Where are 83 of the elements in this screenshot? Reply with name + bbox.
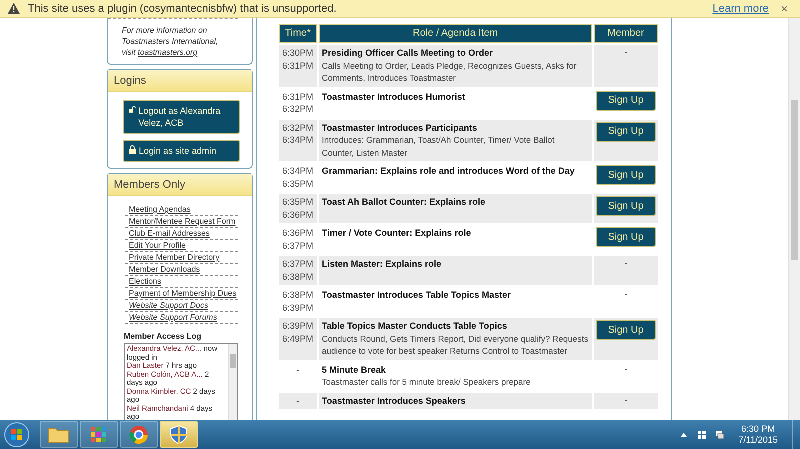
warning-icon [8, 3, 20, 14]
member-link[interactable]: Edit Your Profile [125, 240, 238, 252]
close-button[interactable]: × [776, 2, 792, 16]
empty-member-dash: - [624, 394, 628, 404]
agenda-title: Toast Ah Ballot Counter: Explains role [322, 196, 487, 208]
member-link[interactable]: Member Downloads [125, 264, 238, 276]
sign-up-button[interactable]: Sign Up [596, 320, 656, 340]
taskbar-app-button[interactable] [160, 421, 198, 448]
agenda-title: Toastmaster Introduces Table Topics Master [322, 289, 512, 302]
time-text: 6:31PM [281, 90, 315, 103]
warning-message: This site uses a plugin (cosymantecnisbfw) that is unsupported. [28, 2, 338, 14]
time-text: 6:34PM [281, 165, 315, 178]
time-text: 6:38PM [281, 289, 315, 302]
login-button[interactable]: Login as site admin [123, 140, 240, 162]
shield-icon [170, 424, 188, 444]
time-text: 6:49PM [281, 332, 315, 345]
column-header: Role / Agenda Item [319, 24, 592, 43]
member-link[interactable]: Website Support Forums [125, 312, 238, 324]
start-button[interactable] [4, 422, 30, 448]
empty-member-dash: - [624, 289, 628, 299]
agenda-title: Toastmaster Introduces Speakers [322, 394, 467, 407]
time-text: 6:36PM [281, 227, 315, 240]
padlock-icon [129, 145, 136, 155]
member-link[interactable]: Website Support Docs [125, 300, 238, 312]
member-link[interactable]: Club E-mail Addresses [125, 228, 238, 240]
sign-up-button[interactable]: Sign Up [596, 196, 656, 216]
member-link[interactable]: Meeting Agendas [125, 204, 238, 216]
time-text: 6:32PM [281, 103, 315, 116]
network-icon[interactable] [714, 430, 725, 440]
panel-heading: Logins [108, 70, 252, 92]
agenda-title: Presiding Officer Calls Meeting to Order [322, 47, 494, 60]
sign-up-button[interactable]: Sign Up [596, 227, 656, 247]
agenda-title: Listen Master: Explains role [322, 258, 443, 270]
time-text: 6:36PM [281, 208, 315, 221]
time-text: 6:38PM [281, 270, 315, 283]
member-link[interactable]: Private Member Directory [125, 252, 238, 264]
agenda-title: Grammarian: Explains role and introduces Word of the Day [322, 165, 576, 178]
learn-more-link[interactable]: Learn more [712, 2, 769, 14]
time-text: 6:35PM [281, 178, 315, 190]
agenda-title: Timer / Vote Counter: Explains role [322, 227, 472, 240]
time-text: 6:32PM [281, 122, 315, 134]
member-link[interactable]: Payment of Membership Dues [125, 288, 238, 300]
time-text: 6:30PM [281, 47, 315, 60]
unlocked-padlock-icon [129, 105, 136, 115]
app-grid-icon [91, 426, 107, 442]
sign-up-button[interactable]: Sign Up [596, 90, 656, 110]
member-link[interactable]: Mentor/Mentee Request Form [125, 216, 238, 228]
time-text: 6:39PM [281, 302, 315, 314]
time-text: 6:39PM [281, 320, 315, 332]
log-scrollbar[interactable] [228, 344, 237, 420]
time-text: 6:37PM [281, 240, 315, 252]
agenda-description: Calls Meeting to Order, Leads Pledge, Recognizes Guests, Asks for Comments, Introduces Toastmaster [322, 60, 578, 84]
sign-up-button[interactable]: Sign Up [596, 122, 656, 142]
agenda-title: Toastmaster Introduces Humorist [322, 90, 466, 103]
time-text: 6:34PM [281, 134, 315, 146]
sign-up-button[interactable]: Sign Up [596, 165, 656, 185]
member-link[interactable]: Elections [125, 276, 238, 288]
empty-member-dash: - [624, 364, 628, 374]
clock-time: 6:30 PM [740, 424, 776, 434]
login-button[interactable]: Logout as Alexandra Velez, ACB [123, 100, 240, 134]
empty-member-dash: - [624, 258, 628, 268]
info-text: For more information on Toastmasters International, visit toastmasters.org [108, 18, 238, 64]
agenda-description: Introduces: Grammarian, Toast/Ah Counter, Timer/ Vote Ballot Counter, Listen Master [322, 134, 556, 159]
page-scrollbar[interactable] [788, 18, 800, 420]
time-text: - [296, 394, 300, 407]
time-text: - [296, 364, 300, 376]
toastmasters-link[interactable]: toastmasters.org [138, 48, 198, 57]
panel-heading: Members Only [108, 174, 252, 196]
time-text: 6:35PM [281, 196, 315, 208]
column-header: Time* [279, 24, 317, 43]
agenda-description: Toastmaster calls for 5 minute break/ Speakers prepare [322, 376, 532, 388]
clock-date: 7/11/2015 [738, 434, 778, 446]
column-header: Member [594, 24, 658, 43]
empty-member-dash: - [624, 47, 628, 57]
time-text: 6:37PM [281, 258, 315, 270]
browser-icon [129, 424, 149, 444]
agenda-description: Conducts Round, Gets Timers Report, Did everyone qualify? Requests audience to vote for best speaker Returns Control to Toastmaster [322, 332, 589, 358]
agenda-title: Toastmaster Introduces Participants [322, 122, 478, 134]
agenda-title: Table Topics Master Conducts Table Topics [322, 320, 508, 332]
folder-icon [48, 426, 70, 444]
access-log-title: Member Access Log [124, 332, 203, 341]
agenda-title: 5 Minute Break [322, 364, 388, 376]
time-text: 6:31PM [281, 60, 315, 72]
